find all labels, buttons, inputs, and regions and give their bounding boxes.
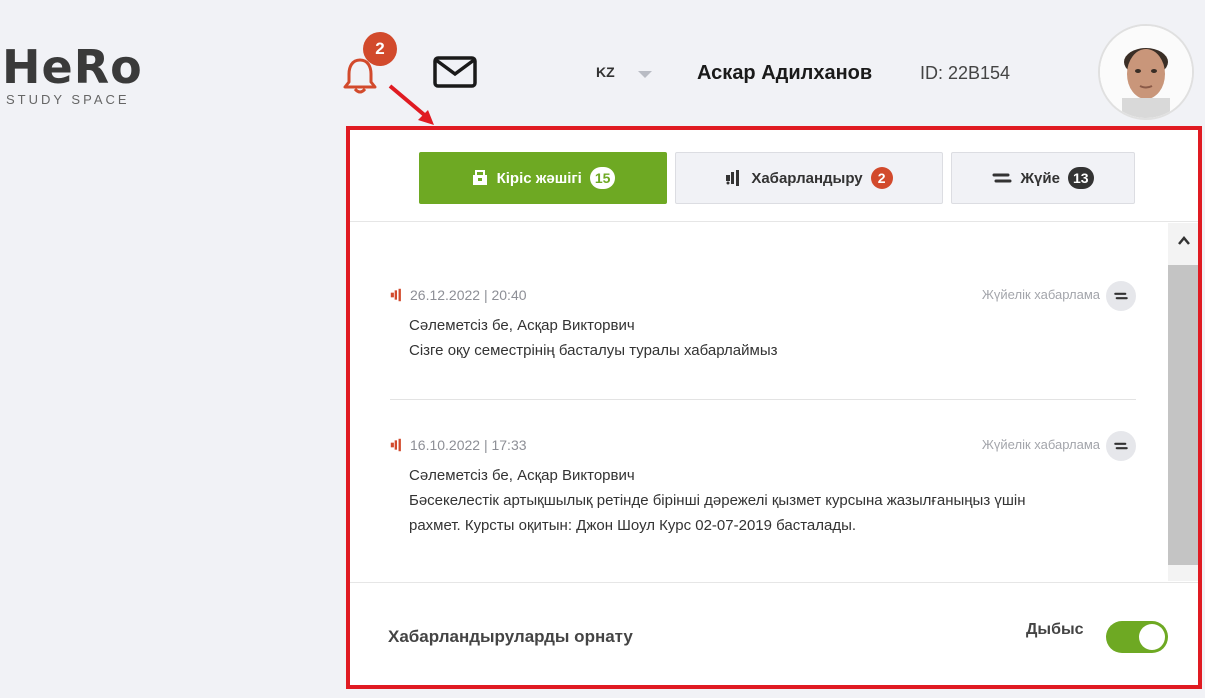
tab-system-label: Жүйе [1020, 169, 1060, 187]
system-icon [1114, 292, 1128, 300]
notification-count-badge: 2 [363, 32, 397, 66]
sound-toggle[interactable] [1106, 621, 1168, 653]
notifications-panel: Кіріс жәшігі 15 Хабарландыру 2 Жүйе 13 2… [346, 126, 1202, 689]
message-type: Жүйелік хабарлама [981, 287, 1100, 302]
tab-system[interactable]: Жүйе 13 [951, 152, 1135, 204]
logo[interactable]: HeRo [2, 40, 143, 94]
tab-announcements-count: 2 [870, 167, 893, 189]
tab-bar: Кіріс жәшігі 15 Хабарландыру 2 Жүйе 13 [350, 130, 1198, 222]
user-name: Аскар Адилханов [697, 62, 873, 84]
divider [390, 399, 1136, 400]
tab-announcements-label: Хабарландыру [751, 169, 863, 187]
tab-announcements[interactable]: Хабарландыру 2 [675, 152, 943, 204]
message-list[interactable]: 26.12.2022 | 20:40 Жүйелік хабарлама Сәл… [350, 223, 1198, 581]
message-greeting: Сәлеметсіз бе, Асқар Викторвич [409, 467, 635, 484]
message-text: Сізге оқу семестрінің басталуы туралы ха… [409, 342, 778, 359]
avatar-face-icon [1100, 26, 1192, 118]
message-date: 16.10.2022 | 17:33 [410, 437, 527, 453]
megaphone-icon [390, 288, 401, 302]
logo-tagline: STUDY SPACE [6, 92, 130, 107]
scrollbar-thumb[interactable] [1168, 265, 1198, 565]
pointer-arrow-icon [388, 84, 434, 125]
list-item[interactable]: 16.10.2022 | 17:33 Жүйелік хабарлама Сәл… [390, 431, 1136, 538]
chevron-down-icon[interactable] [638, 71, 652, 78]
notification-settings-link[interactable]: Хабарландыруларды орнату [388, 627, 633, 647]
megaphone-icon [390, 438, 401, 452]
list-item[interactable]: 26.12.2022 | 20:40 Жүйелік хабарлама Сәл… [390, 281, 1136, 363]
top-bar: HeRo STUDY SPACE 2 KZ Аскар Адилханов ID… [0, 0, 1205, 128]
user-id: ID: 22B154 [920, 63, 1011, 83]
system-icon [992, 173, 1012, 183]
toggle-knob [1139, 624, 1165, 650]
panel-footer: Хабарландыруларды орнату Дыбыс [350, 582, 1198, 685]
message-date: 26.12.2022 | 20:40 [410, 287, 527, 303]
tab-inbox[interactable]: Кіріс жәшігі 15 [419, 152, 667, 204]
system-badge [1106, 431, 1136, 461]
message-text: Бәсекелестік артықшылық ретінде бірінші … [409, 492, 1026, 534]
sound-label: Дыбыс [1026, 621, 1084, 638]
inbox-icon [472, 170, 487, 185]
avatar[interactable] [1100, 26, 1192, 118]
system-icon [1114, 442, 1128, 450]
message-greeting: Сәлеметсіз бе, Асқар Викторвич [409, 317, 635, 334]
tab-inbox-count: 15 [589, 167, 616, 189]
megaphone-icon [726, 170, 740, 186]
tab-system-count: 13 [1067, 167, 1094, 189]
tab-inbox-label: Кіріс жәшігі [496, 169, 582, 187]
language-selector[interactable]: KZ [596, 64, 615, 80]
system-badge [1106, 281, 1136, 311]
message-type: Жүйелік хабарлама [981, 437, 1100, 452]
chevron-up-icon[interactable] [1176, 233, 1192, 249]
